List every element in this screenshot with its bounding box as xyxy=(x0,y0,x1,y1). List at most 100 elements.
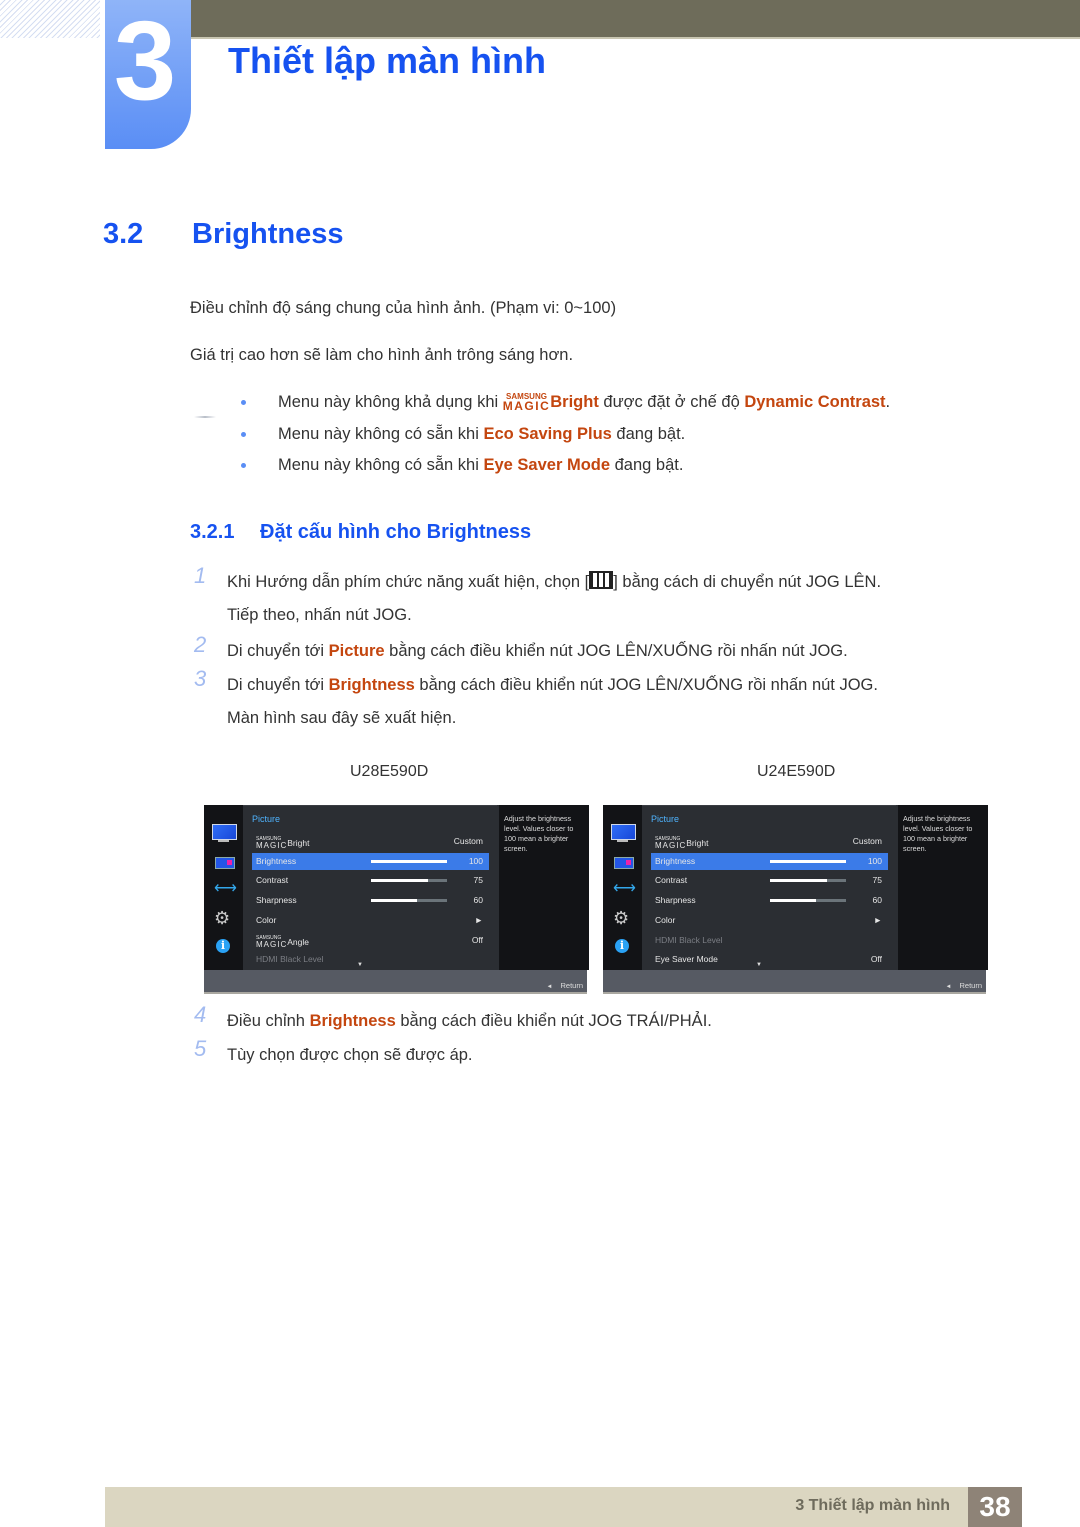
return-button[interactable]: ◄ Return xyxy=(946,981,982,990)
gear-icon[interactable]: ⚙ xyxy=(613,909,629,927)
monitor-stand-icon xyxy=(617,840,628,842)
level-slider-fill xyxy=(371,879,428,883)
scroll-down-icon[interactable]: ▼ xyxy=(357,962,363,968)
page-number: 38 xyxy=(968,1487,1022,1527)
osd-item-label: Contrast xyxy=(655,875,688,886)
osd-item-value: 100 xyxy=(468,855,483,866)
osd-menu-item[interactable]: Brightness 100 xyxy=(252,852,489,870)
level-slider[interactable] xyxy=(371,899,447,903)
info-icon[interactable]: i xyxy=(216,939,230,953)
step-text: Di chuyển tới xyxy=(227,642,329,660)
level-slider[interactable] xyxy=(770,899,846,903)
step-highlight: Brightness xyxy=(328,676,415,694)
subsection-title: 3.2.1 Đặt cấu hình cho Brightness xyxy=(190,521,531,544)
step-text: Di chuyển tới xyxy=(227,676,329,694)
step-text: Màn hình sau đây sẽ xuất hiện. xyxy=(227,709,457,727)
chapter-number: 3 xyxy=(113,0,177,123)
picture-monitor-icon[interactable] xyxy=(212,824,237,840)
step-number: 1 xyxy=(194,563,207,588)
position-size-icon[interactable]: ⟷ xyxy=(613,881,636,897)
return-label: Return xyxy=(959,981,982,990)
osd-icon-sidebar: ⟷ ⚙ i xyxy=(603,805,642,970)
header-hatch-pattern xyxy=(0,0,100,38)
note-text: đang bật. xyxy=(610,456,684,474)
return-label: Return xyxy=(560,981,583,990)
level-slider-fill xyxy=(371,899,417,903)
step-number: 3 xyxy=(194,666,207,691)
info-icon[interactable]: i xyxy=(615,939,629,953)
samsung-magic-logo: SAMSUNG MAGIC xyxy=(256,934,288,949)
osd-item-value: Custom xyxy=(453,836,483,846)
intro-paragraph: Điều chỉnh độ sáng chung của hình ảnh. (… xyxy=(190,299,617,317)
osd-item-label: SAMSUNG MAGIC Angle xyxy=(256,934,309,949)
osd-item-value: 60 xyxy=(473,895,483,906)
osd-item-label: Sharpness xyxy=(655,895,696,906)
osd-item-label: HDMI Black Level xyxy=(655,934,723,945)
osd-menu-item[interactable]: Sharpness 60 xyxy=(651,892,888,909)
osd-item-value: Off xyxy=(471,934,483,945)
onscreen-display-icon[interactable] xyxy=(215,857,235,869)
osd-help-text: Adjust the brightness level. Values clos… xyxy=(504,814,574,853)
osd-item-label: SAMSUNG MAGIC Bright xyxy=(256,836,310,850)
left-arrow-icon: ◄ xyxy=(945,984,952,990)
osd-menu-item[interactable]: SAMSUNG MAGIC Bright Custom xyxy=(651,833,888,850)
osd-bottom-bar: ◄ Return xyxy=(204,970,587,994)
osd-screen-u24e590d: ⟷ ⚙ i Picture SAMSUNG MAGIC Bright Custom Bright… xyxy=(603,805,988,994)
osd-menu-item[interactable]: Sharpness 60 xyxy=(252,892,489,909)
note-text: Menu này không khả dụng khi xyxy=(278,393,503,411)
gear-icon[interactable]: ⚙ xyxy=(214,909,230,927)
left-arrow-icon: ◄ xyxy=(546,984,553,990)
osd-item-value: 60 xyxy=(872,895,882,906)
note-text: Menu này không có sẵn khi xyxy=(278,456,484,474)
osd-item-value: 75 xyxy=(872,875,882,886)
note-text: được đặt ở chế độ xyxy=(598,393,745,411)
monitor-stand-icon xyxy=(218,840,229,842)
osd-item-label: Color xyxy=(256,914,277,925)
level-slider[interactable] xyxy=(770,879,846,883)
osd-item-label: SAMSUNG MAGIC Bright xyxy=(655,836,709,850)
level-slider-fill xyxy=(371,859,447,863)
note-highlight: Dynamic Contrast xyxy=(744,393,886,411)
osd-menu-item[interactable]: Color ► xyxy=(252,912,489,929)
osd-menu-panel: Picture SAMSUNG MAGIC Bright Custom Brightnes… xyxy=(642,805,896,975)
samsung-magic-logo: SAMSUNG MAGIC xyxy=(502,392,551,413)
level-slider[interactable] xyxy=(371,859,447,863)
section-title: 3.2 Brightness xyxy=(103,218,343,251)
osd-menu-item[interactable]: HDMI Black Level xyxy=(651,932,888,949)
osd-item-value: Custom xyxy=(852,836,882,846)
level-slider[interactable] xyxy=(371,879,447,883)
position-size-icon[interactable]: ⟷ xyxy=(214,881,237,897)
osd-item-value: ► xyxy=(873,914,882,925)
osd-menu-item[interactable]: SAMSUNG MAGIC Bright Custom xyxy=(252,833,489,850)
osd-menu-item[interactable]: Contrast 75 xyxy=(651,872,888,889)
intro-paragraph: Giá trị cao hơn sẽ làm cho hình ảnh trôn… xyxy=(190,346,574,364)
osd-item-label: Brightness xyxy=(655,855,696,866)
osd-menu-item[interactable]: Eye Saver Mode Off xyxy=(651,951,888,968)
step-text: bằng cách điều khiển nút JOG LÊN/XUỐNG r… xyxy=(414,676,878,694)
step-number: 5 xyxy=(194,1036,207,1061)
chapter-title: Thiết lập màn hình xyxy=(228,40,547,81)
step-text: Tiếp theo, nhấn nút JOG. xyxy=(227,606,412,624)
note-text: . xyxy=(885,393,891,411)
osd-menu-item[interactable]: SAMSUNG MAGIC Angle Off xyxy=(252,932,489,949)
step-number: 4 xyxy=(194,1002,207,1027)
osd-help-panel: Adjust the brightness level. Values clos… xyxy=(497,805,589,970)
osd-screen-u28e590d: ⟷ ⚙ i Picture SAMSUNG MAGIC Bright Custom Bright… xyxy=(204,805,589,994)
step-text: bằng cách điều khiển nút JOG TRÁI/PHẢI. xyxy=(395,1012,712,1030)
bullet-icon xyxy=(241,432,246,437)
osd-menu-item[interactable]: Color ► xyxy=(651,912,888,929)
level-slider[interactable] xyxy=(770,859,846,863)
return-button[interactable]: ◄ Return xyxy=(547,981,583,990)
osd-menu-item[interactable]: HDMI Black Level xyxy=(252,951,489,968)
samsung-magic-logo: SAMSUNG MAGIC xyxy=(655,836,687,850)
picture-monitor-icon[interactable] xyxy=(611,824,636,840)
section-title-text: Brightness xyxy=(192,218,344,250)
header-bar xyxy=(190,0,1080,39)
scroll-down-icon[interactable]: ▼ xyxy=(756,962,762,968)
bullet-icon xyxy=(241,400,246,405)
osd-menu-item[interactable]: Contrast 75 xyxy=(252,872,489,889)
osd-menu-item[interactable]: Brightness 100 xyxy=(651,852,888,870)
onscreen-display-icon[interactable] xyxy=(614,857,634,869)
page-footer: 3 Thiết lập màn hình 38 xyxy=(105,1487,1022,1527)
note-highlight: Eye Saver Mode xyxy=(483,456,611,474)
